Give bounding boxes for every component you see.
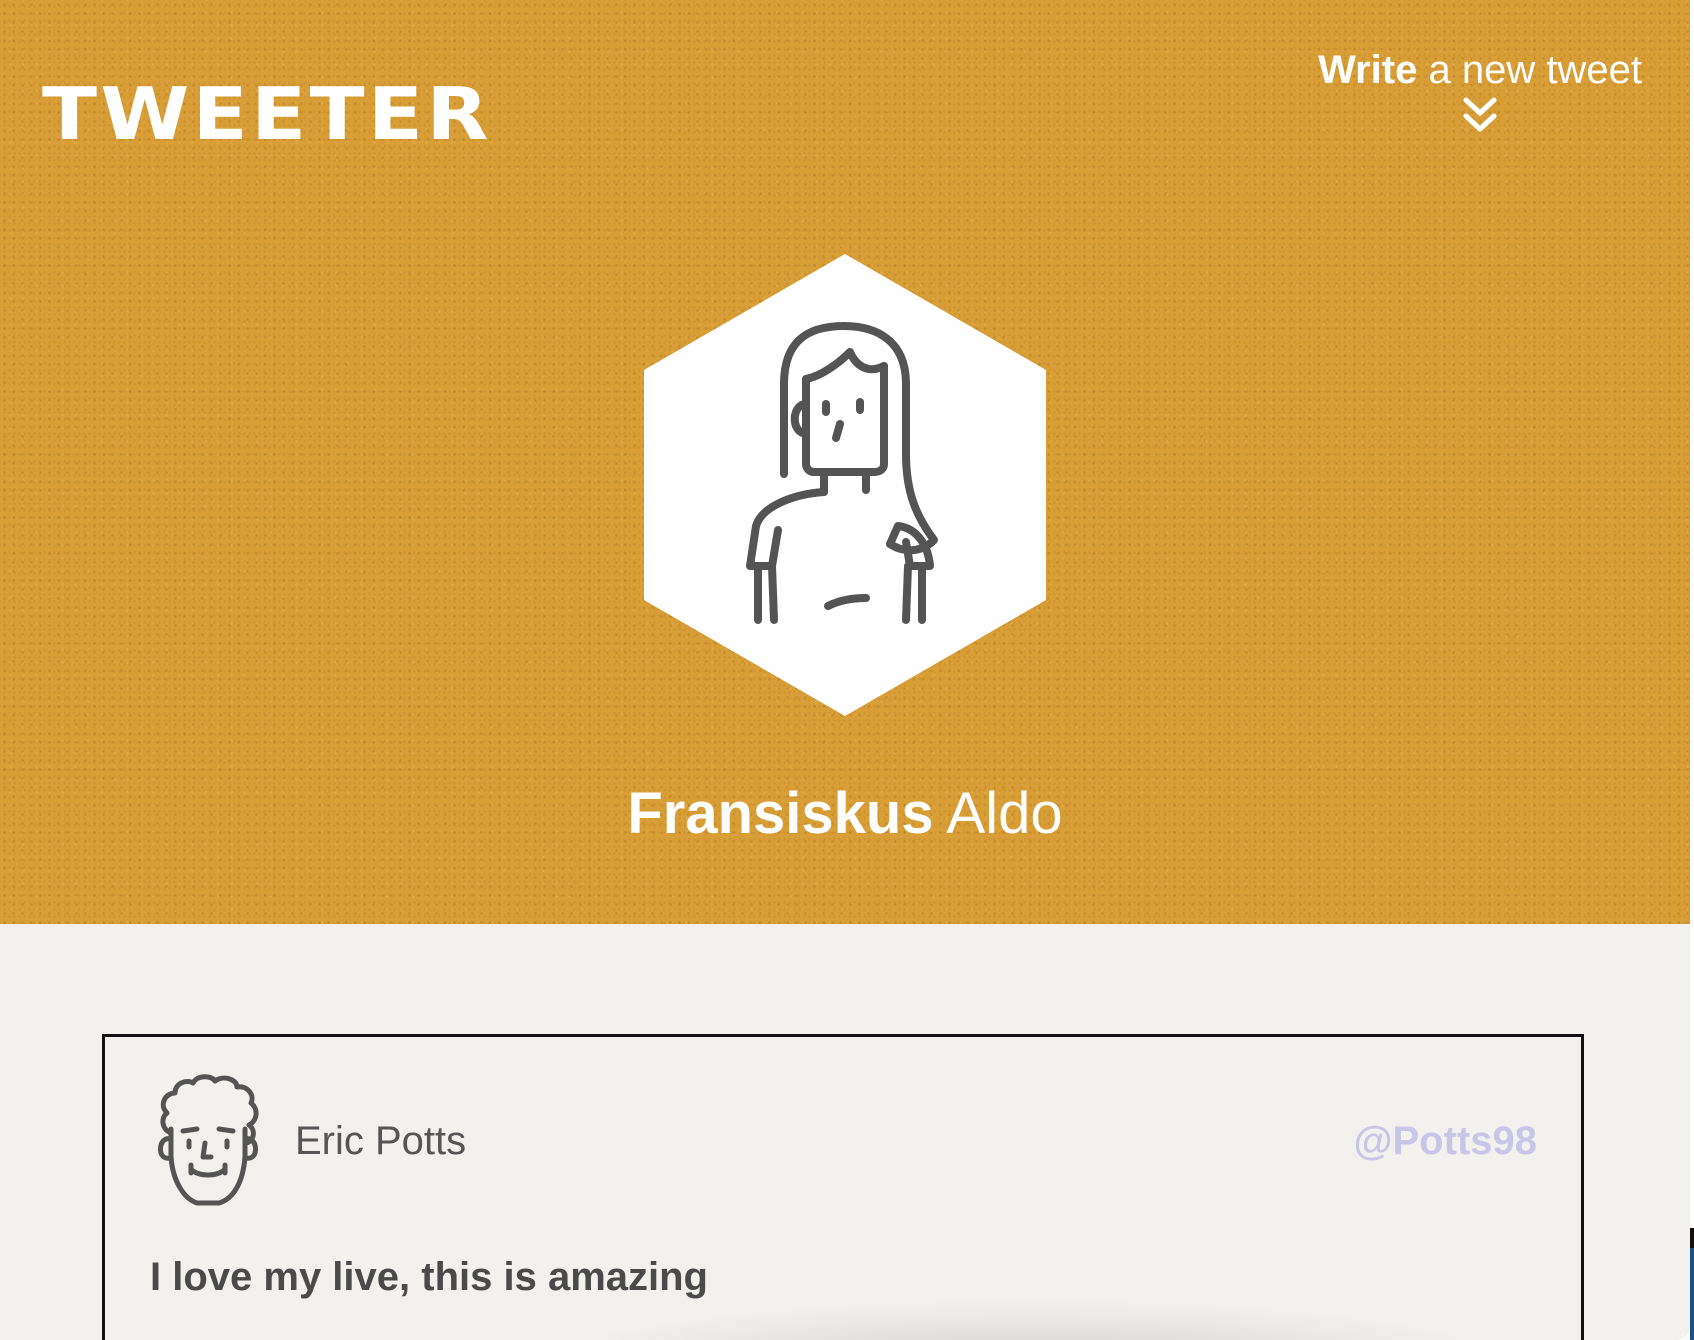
profile-last-name: Aldo <box>946 781 1063 846</box>
card-shadow <box>505 1299 1555 1340</box>
app-window: TWEETER Write a new tweet Fransiskus Ald… <box>0 0 1690 1340</box>
app-logo[interactable]: TWEETER <box>42 78 492 150</box>
write-new-tweet-label: Write a new tweet <box>1300 48 1660 92</box>
woman-avatar-icon <box>644 254 1046 716</box>
tweet-card: Eric Potts @Potts98 I love my live, this… <box>102 1034 1584 1340</box>
write-new-tweet-toggle[interactable]: Write a new tweet <box>1300 48 1660 136</box>
profile-first-name: Fransiskus <box>627 781 934 846</box>
tweet-body: I love my live, this is amazing <box>150 1255 708 1299</box>
tweet-author-name[interactable]: Eric Potts <box>295 1119 466 1164</box>
tweet-author-handle[interactable]: @Potts98 <box>1354 1119 1538 1164</box>
profile-name: Fransiskus Aldo <box>445 782 1245 846</box>
man-curly-hair-avatar-icon <box>158 1074 259 1206</box>
window-edge-shadow <box>1690 1228 1694 1248</box>
write-label-strong: Write <box>1318 48 1418 92</box>
profile-header: TWEETER Write a new tweet Fransiskus Ald… <box>0 0 1690 924</box>
write-label-light: a new tweet <box>1428 48 1642 92</box>
double-chevron-down-icon[interactable] <box>1462 96 1498 136</box>
page: TWEETER Write a new tweet Fransiskus Ald… <box>0 0 1694 1340</box>
